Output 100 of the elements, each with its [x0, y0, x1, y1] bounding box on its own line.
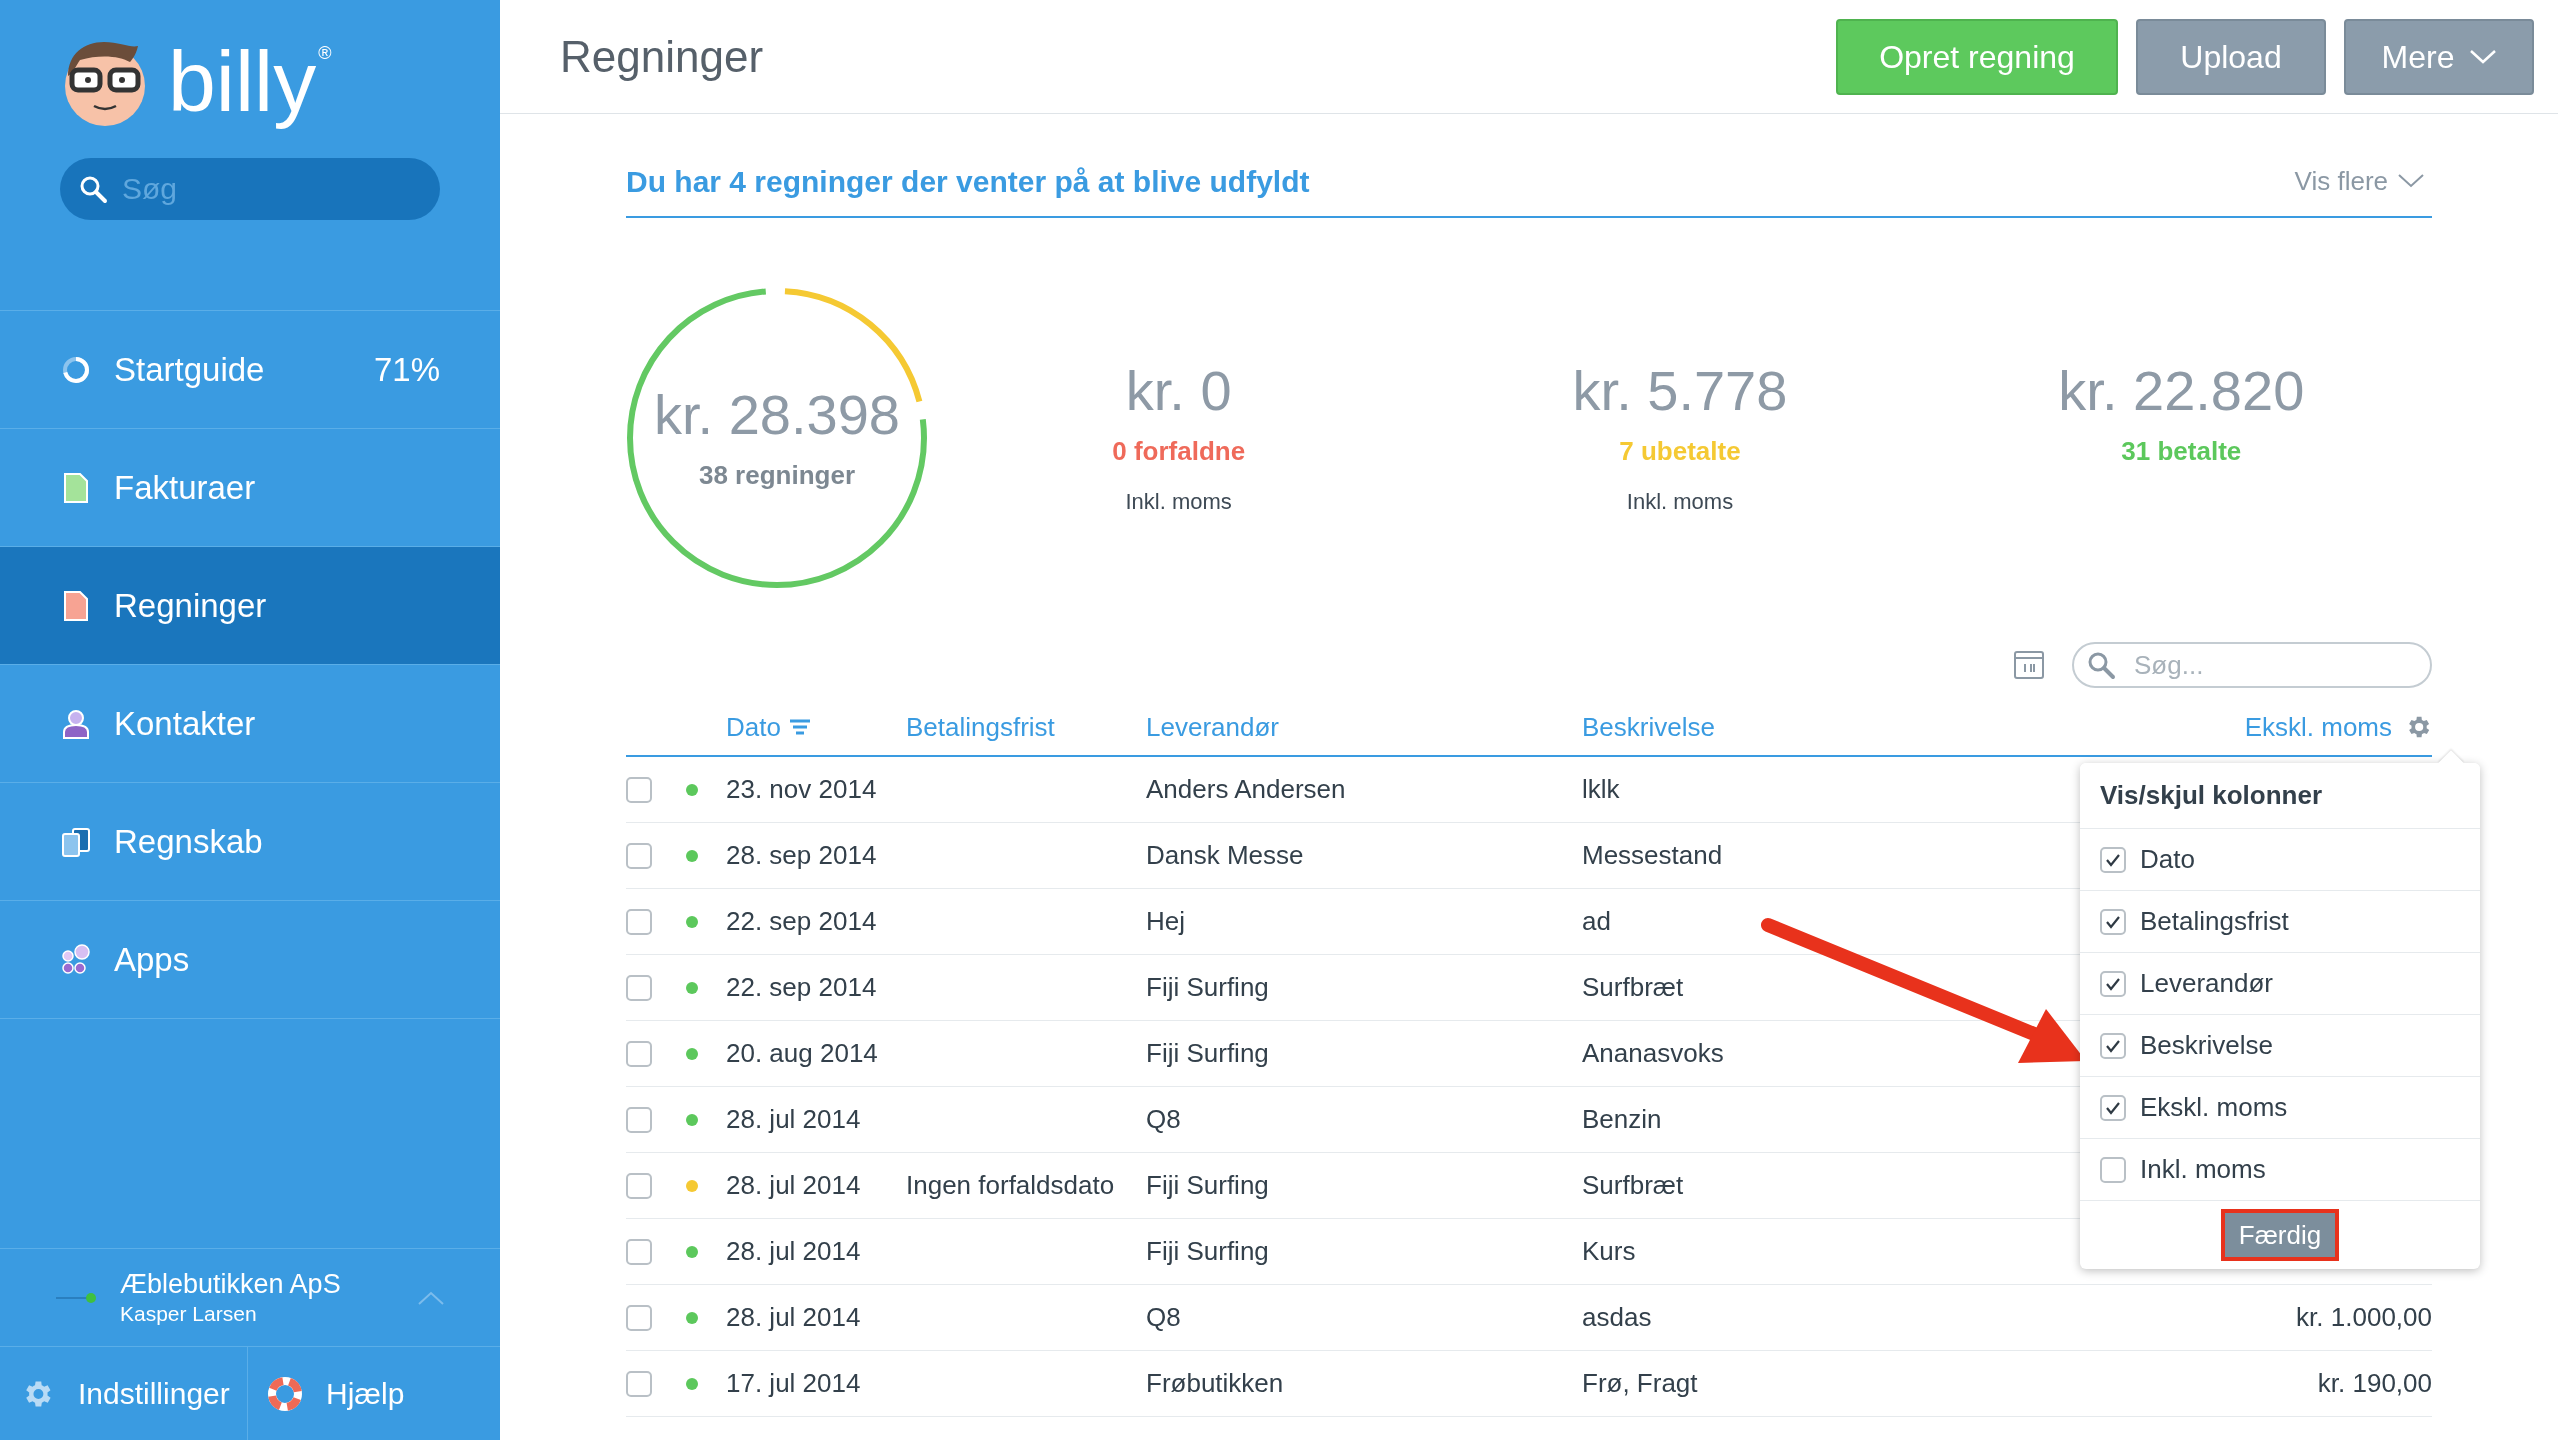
row-checkbox[interactable] — [626, 1106, 652, 1133]
copy-pages-icon — [61, 826, 91, 857]
document-icon — [63, 590, 89, 621]
footer-link[interactable]: Indstillinger — [0, 1347, 248, 1440]
check-icon — [2105, 852, 2121, 867]
nav-item[interactable]: Regnskab — [0, 783, 500, 901]
row-checkbox[interactable] — [626, 1238, 652, 1265]
search-field[interactable]: Søg — [60, 158, 440, 220]
stat-amount: kr. 5.778 — [1572, 358, 1788, 424]
nav-item[interactable]: Kontakter — [0, 665, 500, 783]
nav-label: Startguide — [114, 349, 266, 390]
pending-notice: Du har 4 regninger der venter på at blive udfyldt — [626, 163, 1310, 200]
column-toggle[interactable]: Inkl. moms — [2080, 1139, 2480, 1201]
stat-label: 0 forfaldne — [1112, 435, 1246, 468]
column-header[interactable]: Betalingsfrist — [906, 707, 1055, 747]
circles-icon — [60, 943, 92, 976]
table-cell: Benzin — [1582, 1104, 1662, 1134]
chevron-down-icon — [2398, 174, 2424, 188]
footer-link[interactable]: Hjælp — [248, 1347, 500, 1440]
nav-label: Fakturaer — [114, 467, 257, 508]
checkbox[interactable] — [2100, 1156, 2126, 1183]
table-cell: Surfbræt — [1582, 972, 1684, 1002]
row-checkbox[interactable] — [626, 1172, 652, 1199]
row-checkbox[interactable] — [626, 908, 652, 935]
registered-mark: ® — [318, 42, 332, 65]
row-checkbox[interactable] — [626, 842, 652, 869]
stat-note: Inkl. moms — [1125, 488, 1232, 516]
row-checkbox[interactable] — [626, 1040, 652, 1067]
table-cell: Surfbræt — [1582, 1170, 1684, 1200]
total-amount: kr. 28.398 — [654, 381, 900, 448]
company-switcher[interactable]: Æblebutikken ApS Kasper Larsen — [0, 1248, 500, 1346]
total-count: 38 regninger — [698, 458, 856, 492]
show-more-link[interactable]: Vis flere — [2294, 161, 2424, 201]
user-name: Kasper Larsen — [120, 1300, 258, 1327]
checkbox[interactable] — [2100, 1032, 2126, 1059]
more-dropdown-button[interactable]: Mere — [2344, 18, 2534, 95]
company-name: Æblebutikken ApS — [120, 1267, 342, 1300]
table-cell: 20. aug 2014 — [726, 1038, 878, 1068]
table-cell: 28. jul 2014 — [726, 1236, 861, 1266]
column-toggle[interactable]: Beskrivelse — [2080, 1015, 2480, 1077]
table-cell: ad — [1582, 906, 1611, 936]
done-button[interactable]: Færdig — [2220, 1209, 2340, 1261]
calendar-icon — [2014, 651, 2044, 679]
checkbox[interactable] — [2100, 970, 2126, 997]
table-cell: 17. jul 2014 — [726, 1368, 861, 1398]
column-header[interactable]: Ekskl. moms — [2244, 707, 2392, 747]
table-cell-text: kr. 1.000,00 — [2296, 1301, 2432, 1334]
progress-percent: 71% — [373, 349, 440, 390]
checkbox[interactable] — [2100, 846, 2126, 873]
table-cell: 28. jul 2014 — [726, 1302, 861, 1332]
search-icon — [2086, 650, 2116, 680]
stat-amount: kr. 22.820 — [2058, 358, 2305, 424]
table-cell: Q8 — [1146, 1302, 1181, 1332]
search-field[interactable]: Søg... — [2072, 642, 2432, 688]
checkbox[interactable] — [2100, 1094, 2126, 1121]
column-toggle[interactable]: Ekskl. moms — [2080, 1077, 2480, 1139]
table-cell: Frøbutikken — [1146, 1368, 1284, 1398]
row-checkbox[interactable] — [626, 974, 652, 1001]
table-cell: Q8 — [1146, 1104, 1181, 1134]
page-title: Regninger — [560, 30, 765, 83]
column-header[interactable]: Beskrivelse — [1582, 707, 1715, 747]
check-icon — [2105, 914, 2121, 929]
nav-label: Regnskab — [114, 821, 264, 862]
table-cell: Fiji Surfing — [1146, 972, 1269, 1002]
table-cell: Hej — [1146, 906, 1185, 936]
table-cell: 28. jul 2014 — [726, 1104, 861, 1134]
nav-item[interactable]: Startguide 71% — [0, 311, 500, 429]
table-cell: 22. sep 2014 — [726, 906, 877, 936]
upload-button[interactable]: Upload — [2136, 18, 2326, 95]
table-cell: Kurs — [1582, 1236, 1636, 1266]
stat-amount: kr. 0 — [1125, 358, 1232, 424]
table-cell: 23. nov 2014 — [726, 774, 877, 804]
column-toggle[interactable]: Dato — [2080, 829, 2480, 891]
document-icon — [63, 472, 89, 503]
checkbox[interactable] — [2100, 908, 2126, 935]
menu-title: Vis/skjul kolonner — [2100, 779, 2323, 812]
lifebuoy-icon — [268, 1376, 302, 1411]
person-icon — [62, 708, 90, 739]
sort-icon[interactable] — [788, 719, 811, 735]
check-icon — [2105, 1100, 2121, 1115]
table-cell: Fiji Surfing — [1146, 1170, 1269, 1200]
column-header[interactable]: Leverandør — [1146, 707, 1279, 747]
nav-label: Regninger — [114, 585, 268, 626]
column-toggle[interactable]: Leverandør — [2080, 953, 2480, 1015]
row-checkbox[interactable] — [626, 1370, 652, 1397]
create-button[interactable]: Opret regning — [1836, 18, 2118, 95]
nav-item[interactable]: Apps — [0, 901, 500, 1019]
column-toggle[interactable]: Betalingsfrist — [2080, 891, 2480, 953]
chevron-up-icon — [418, 1290, 444, 1305]
table-cell: Dansk Messe — [1146, 840, 1304, 870]
row-checkbox[interactable] — [626, 1304, 652, 1331]
table-cell: 22. sep 2014 — [726, 972, 877, 1002]
table-cell: Anders Andersen — [1146, 774, 1346, 804]
progress-ring-icon — [61, 354, 91, 385]
row-checkbox[interactable] — [626, 776, 652, 803]
column-header[interactable]: Dato — [726, 707, 781, 747]
table-cell: Messestand — [1582, 840, 1723, 870]
stat-label: 31 betalte — [2121, 435, 2242, 468]
nav-item[interactable]: Regninger — [0, 547, 500, 665]
table-cell: asdas — [1582, 1302, 1652, 1332]
